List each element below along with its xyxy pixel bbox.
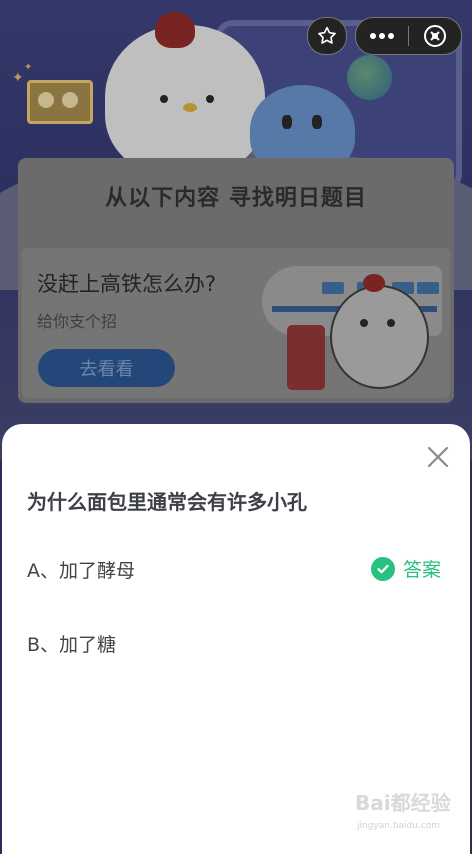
sad-chick-mascot [330, 285, 429, 389]
option-a[interactable]: A、加了酵母 [27, 556, 135, 583]
exit-button[interactable] [409, 18, 461, 54]
sparkle-icon: ✦ [12, 70, 24, 86]
globe-icon [347, 55, 392, 100]
panel-title: 从以下内容 寻找明日题目 [105, 186, 367, 211]
answer-badge: 答案 [371, 555, 441, 582]
watermark-url: jingyan.baidu.com [357, 821, 441, 831]
more-button[interactable] [356, 18, 408, 54]
chick-beak [183, 103, 197, 112]
luggage-illustration [287, 325, 325, 390]
mini-program-capsule [355, 17, 462, 55]
close-sheet-button[interactable] [426, 445, 450, 469]
chick-comb [155, 12, 195, 48]
watermark-logo: Bai都经验 [355, 791, 451, 815]
card-title: 没赶上高铁怎么办? [37, 272, 217, 296]
chick-eye [206, 95, 214, 103]
banner-illustration: ✦ ✦ 从以下内容 寻找明日题目 没赶上高铁怎么办? 给你支个招 去看看 [0, 0, 472, 460]
chick-comb [363, 274, 385, 292]
star-icon [318, 26, 336, 44]
close-circle-icon [424, 25, 446, 47]
more-icon [370, 33, 394, 39]
check-circle-icon [371, 556, 395, 581]
chick-mascot [105, 25, 265, 175]
option-b[interactable]: B、加了糖 [27, 630, 116, 657]
card-subtitle: 给你支个招 [37, 312, 118, 331]
chick-eye [160, 95, 168, 103]
quiz-question: 为什么面包里通常会有许多小孔 [27, 490, 307, 514]
answer-label: 答案 [403, 559, 442, 581]
close-icon [427, 446, 449, 468]
go-see-button[interactable]: 去看看 [38, 349, 175, 387]
favorite-button[interactable] [307, 17, 347, 55]
sparkle-icon: ✦ [24, 62, 33, 73]
award-badge-icon [27, 80, 93, 124]
